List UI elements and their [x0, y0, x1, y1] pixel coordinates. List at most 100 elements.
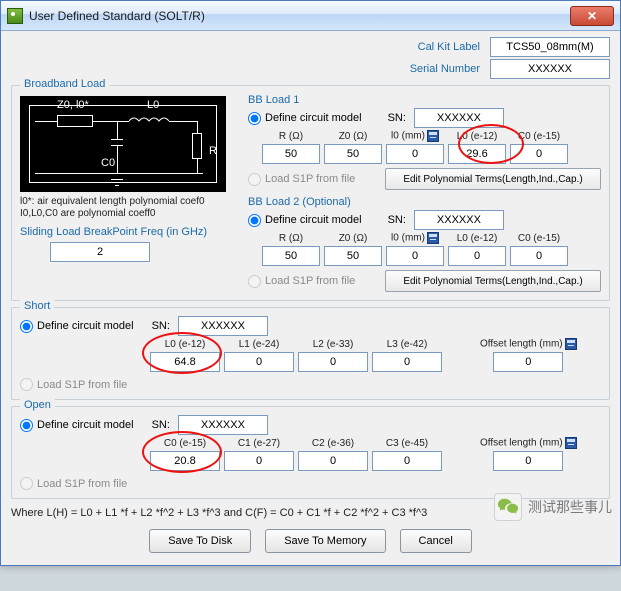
bb1-edit-poly-button[interactable]: Edit Polynomial Terms(Length,Ind.,Cap.): [385, 168, 601, 190]
bb1-C0-val[interactable]: 0: [510, 144, 568, 164]
bb2-L0-head: L0 (e-12): [457, 233, 498, 244]
open-off-val[interactable]: 0: [493, 451, 563, 471]
bb2-l0mm-head: l0 (mm): [391, 233, 425, 244]
bb1-z0-val[interactable]: 50: [324, 144, 382, 164]
bb1-l0mm-val[interactable]: 0: [386, 144, 444, 164]
bb2-C0-val[interactable]: 0: [510, 246, 568, 266]
open-group: Open Define circuit model SN: XXXXXX C0 …: [11, 406, 610, 499]
save-to-memory-button[interactable]: Save To Memory: [265, 529, 385, 553]
serial-number-value[interactable]: XXXXXX: [490, 59, 610, 79]
open-define-label: Define circuit model: [37, 419, 134, 431]
save-to-disk-button[interactable]: Save To Disk: [149, 529, 251, 553]
bb1-sn-value[interactable]: XXXXXX: [414, 108, 504, 128]
client-area: Cal Kit Label TCS50_08mm(M) Serial Numbe…: [1, 31, 620, 565]
open-load-s1p-radio[interactable]: Load S1P from file: [20, 477, 601, 490]
bb2-load-s1p-radio-input: [248, 275, 261, 288]
serial-number-label: Serial Number: [390, 63, 480, 75]
cal-kit-label: Cal Kit Label: [390, 41, 480, 53]
open-define-radio[interactable]: Define circuit model: [20, 419, 134, 432]
bb1-define-radio-input[interactable]: [248, 112, 261, 125]
sliding-load-value[interactable]: 2: [50, 242, 150, 262]
bb1-r-val[interactable]: 50: [262, 144, 320, 164]
bb2-z0-head: Z0 (Ω): [339, 233, 368, 244]
short-define-label: Define circuit model: [37, 320, 134, 332]
bb1-l0mm-head: l0 (mm): [391, 131, 425, 142]
short-L2-head: L2 (e-33): [313, 339, 354, 350]
diagram-z0-label: Z0, l0*: [57, 99, 89, 111]
bb2-define-radio[interactable]: Define circuit model: [248, 214, 362, 227]
short-L0-head: L0 (e-12): [165, 339, 206, 350]
bb1-L0-head: L0 (e-12): [457, 131, 498, 142]
bb2-L0-val[interactable]: 0: [448, 246, 506, 266]
short-off-head: Offset length (mm): [480, 339, 563, 350]
open-C0-head: C0 (e-15): [164, 438, 206, 449]
bb1-load-s1p-radio[interactable]: Load S1P from file: [248, 173, 355, 186]
bb2-load-s1p-label: Load S1P from file: [265, 275, 355, 287]
note-line1: l0*: air equivalent length polynomial co…: [20, 196, 240, 208]
short-load-s1p-radio[interactable]: Load S1P from file: [20, 378, 601, 391]
bb1-define-radio[interactable]: Define circuit model: [248, 112, 362, 125]
open-sn-label: SN:: [152, 419, 170, 431]
short-load-s1p-label: Load S1P from file: [37, 379, 127, 391]
short-L3-head: L3 (e-42): [387, 339, 428, 350]
short-define-radio-input[interactable]: [20, 320, 33, 333]
titlebar: User Defined Standard (SOLT/R) ✕: [1, 1, 620, 31]
circuit-diagram: Z0, l0* L0 C0 R: [20, 96, 226, 192]
open-load-s1p-label: Load S1P from file: [37, 478, 127, 490]
short-sn-value[interactable]: XXXXXX: [178, 316, 268, 336]
bb2-sn-value[interactable]: XXXXXX: [414, 210, 504, 230]
open-load-s1p-radio-input: [20, 477, 33, 490]
calculator-icon[interactable]: [565, 338, 577, 350]
open-sn-value[interactable]: XXXXXX: [178, 415, 268, 435]
bb2-z0-val[interactable]: 50: [324, 246, 382, 266]
short-legend: Short: [20, 300, 54, 312]
broadband-load-group: Broadband Load Z0, l0* L0 C0 R: [11, 85, 610, 301]
sliding-load-label: Sliding Load BreakPoint Freq (in GHz): [20, 226, 240, 238]
open-C3-val[interactable]: 0: [372, 451, 442, 471]
short-L1-val[interactable]: 0: [224, 352, 294, 372]
wechat-icon: [494, 493, 522, 521]
short-L0-val[interactable]: 64.8: [150, 352, 220, 372]
bb1-load-s1p-radio-input: [248, 173, 261, 186]
short-sn-label: SN:: [152, 320, 170, 332]
bb2-define-label: Define circuit model: [265, 214, 362, 226]
open-define-radio-input[interactable]: [20, 419, 33, 432]
bb1-load-s1p-label: Load S1P from file: [265, 173, 355, 185]
diagram-l0-label: L0: [147, 99, 159, 111]
open-legend: Open: [20, 399, 55, 411]
bb1-r-head: R (Ω): [279, 131, 303, 142]
open-C0-val[interactable]: 20.8: [150, 451, 220, 471]
cal-kit-value[interactable]: TCS50_08mm(M): [490, 37, 610, 57]
short-off-val[interactable]: 0: [493, 352, 563, 372]
short-L2-val[interactable]: 0: [298, 352, 368, 372]
open-C2-val[interactable]: 0: [298, 451, 368, 471]
diagram-r-label: R: [209, 145, 217, 157]
open-C1-val[interactable]: 0: [224, 451, 294, 471]
short-L3-val[interactable]: 0: [372, 352, 442, 372]
open-C1-head: C1 (e-27): [238, 438, 280, 449]
bb2-sn-label: SN:: [388, 214, 406, 226]
bb1-C0-head: C0 (e-15): [518, 131, 560, 142]
short-load-s1p-radio-input: [20, 378, 33, 391]
short-L1-head: L1 (e-24): [239, 339, 280, 350]
calculator-icon[interactable]: [427, 232, 439, 244]
cancel-button[interactable]: Cancel: [400, 529, 472, 553]
calculator-icon[interactable]: [427, 130, 439, 142]
bb1-define-label: Define circuit model: [265, 112, 362, 124]
short-define-radio[interactable]: Define circuit model: [20, 320, 134, 333]
bb2-r-val[interactable]: 50: [262, 246, 320, 266]
close-button[interactable]: ✕: [570, 6, 614, 26]
bb2-C0-head: C0 (e-15): [518, 233, 560, 244]
open-C2-head: C2 (e-36): [312, 438, 354, 449]
calculator-icon[interactable]: [565, 437, 577, 449]
bb2-r-head: R (Ω): [279, 233, 303, 244]
bb2-l0mm-val[interactable]: 0: [386, 246, 444, 266]
window-title: User Defined Standard (SOLT/R): [29, 9, 570, 23]
bb2-title: BB Load 2 (Optional): [248, 196, 601, 208]
bb1-sn-label: SN:: [388, 112, 406, 124]
bb2-define-radio-input[interactable]: [248, 214, 261, 227]
short-group: Short Define circuit model SN: XXXXXX L0…: [11, 307, 610, 400]
bb1-L0-val[interactable]: 29.6: [448, 144, 506, 164]
bb2-edit-poly-button[interactable]: Edit Polynomial Terms(Length,Ind.,Cap.): [385, 270, 601, 292]
bb2-load-s1p-radio[interactable]: Load S1P from file: [248, 275, 355, 288]
